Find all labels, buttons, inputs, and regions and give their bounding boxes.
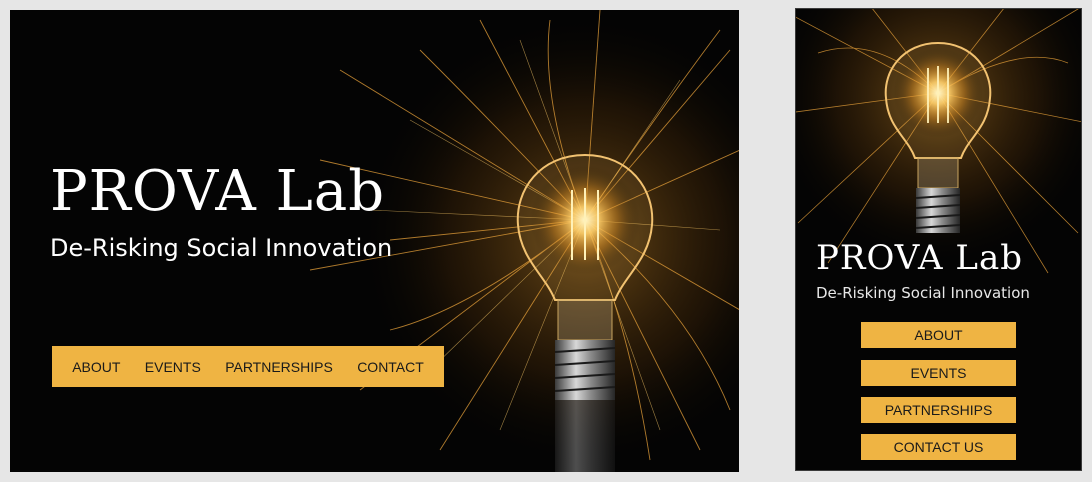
mobile-nav-partnerships-button[interactable]: PARTNERSHIPS bbox=[861, 397, 1016, 423]
mobile-preview: PROVA Lab De-Risking Social Innovation A… bbox=[795, 8, 1082, 471]
desktop-preview: PROVA Lab De-Risking Social Innovation A… bbox=[10, 10, 739, 472]
desktop-nav-bar: ABOUT EVENTS PARTNERSHIPS CONTACT bbox=[52, 346, 444, 387]
mobile-nav-about-button[interactable]: ABOUT bbox=[861, 322, 1016, 348]
site-logo[interactable]: PROVA Lab bbox=[50, 164, 385, 220]
site-logo[interactable]: PROVA Lab bbox=[816, 241, 1023, 275]
nav-item-contact[interactable]: CONTACT bbox=[357, 359, 424, 375]
mobile-nav-contact-button[interactable]: CONTACT US bbox=[861, 434, 1016, 460]
nav-item-partnerships[interactable]: PARTNERSHIPS bbox=[225, 359, 333, 375]
nav-item-events[interactable]: EVENTS bbox=[145, 359, 201, 375]
tagline: De-Risking Social Innovation bbox=[816, 284, 1030, 302]
mobile-nav-events-button[interactable]: EVENTS bbox=[861, 360, 1016, 386]
tagline: De-Risking Social Innovation bbox=[50, 234, 393, 262]
nav-item-about[interactable]: ABOUT bbox=[72, 359, 120, 375]
